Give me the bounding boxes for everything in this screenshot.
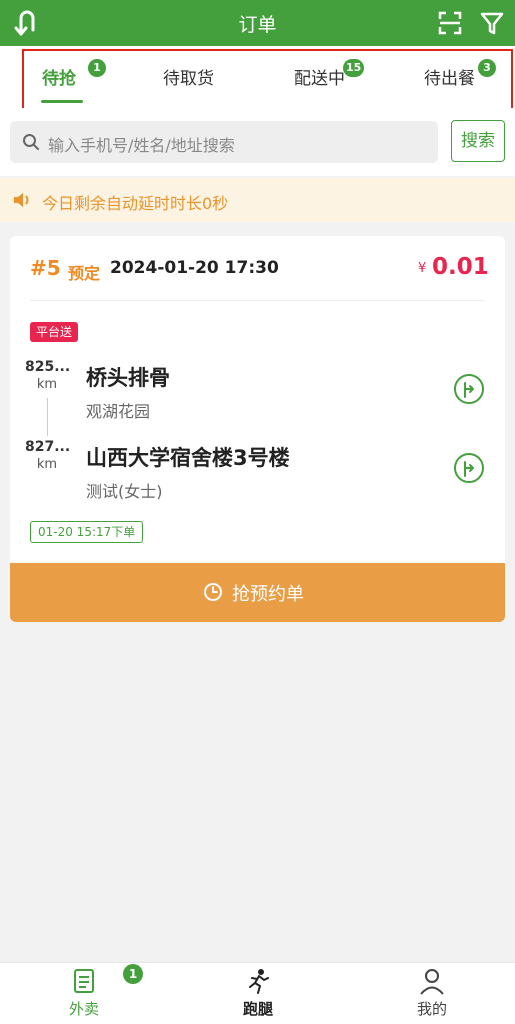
tab-badge-delivering: 15 xyxy=(343,59,365,77)
delivery-type-badge: 平台送 xyxy=(30,322,79,342)
speaker-icon xyxy=(14,193,29,207)
pickup-distance: 825... km xyxy=(25,358,71,394)
dropoff-distance: 827... km xyxy=(25,438,71,474)
dropoff-customer: 测试(女士) xyxy=(86,482,163,501)
tab-awaiting-meal[interactable]: 待出餐 xyxy=(424,64,475,89)
grab-order-label: 抢预约单 xyxy=(232,584,304,605)
order-number: #5 xyxy=(30,256,61,280)
pickup-distance-value: 825... xyxy=(25,359,71,375)
scheduled-time: 2024-01-20 17:30 xyxy=(110,258,279,278)
pickup-navigate-icon[interactable] xyxy=(453,373,485,405)
tab-badge-awaiting-meal: 3 xyxy=(478,59,496,77)
order-status-tabs: 待抢 1 待取货 配送中 15 待出餐 3 xyxy=(0,46,515,108)
runner-icon xyxy=(249,969,269,994)
tab-pending-pickup[interactable]: 待取货 xyxy=(163,64,214,89)
tab-badge-pending-grab: 1 xyxy=(88,59,106,77)
pickup-address: 观湖花园 xyxy=(86,402,151,421)
search-icon xyxy=(23,134,39,150)
clock-icon xyxy=(204,583,222,601)
grab-order-button[interactable]: 抢预约单 xyxy=(10,563,505,622)
search-button[interactable]: 搜索 xyxy=(451,120,505,162)
user-icon xyxy=(420,969,444,995)
bottom-nav-badge: 1 xyxy=(123,964,143,984)
tab-delivering[interactable]: 配送中 xyxy=(294,64,345,89)
nav-item-errand[interactable]: 跑腿 xyxy=(198,963,318,1024)
search-input[interactable]: 输入手机号/姓名/地址搜索 xyxy=(10,121,438,163)
filter-icon[interactable] xyxy=(478,9,506,37)
bottom-navigation: 外卖 跑腿 我的 xyxy=(0,962,515,1024)
delay-notice-text: 今日剩余自动延时时长0秒 xyxy=(42,194,229,213)
order-placed-time: 01-20 15:17下单 xyxy=(30,521,144,543)
scan-icon[interactable] xyxy=(436,9,464,37)
card-divider xyxy=(30,300,485,301)
nav-label-takeout: 外卖 xyxy=(68,1000,99,1018)
route-connector-line xyxy=(47,398,48,436)
search-placeholder: 输入手机号/姓名/地址搜索 xyxy=(48,136,235,155)
list-document-icon xyxy=(74,969,94,993)
dropoff-distance-unit: km xyxy=(36,457,58,472)
dropoff-navigate-icon[interactable] xyxy=(453,452,485,484)
dropoff-distance-value: 827... xyxy=(25,439,71,455)
pickup-store-name: 桥头排骨 xyxy=(86,366,170,390)
preorder-label: 预定 xyxy=(68,264,101,283)
nav-item-mine[interactable]: 我的 xyxy=(372,963,492,1024)
active-tab-indicator xyxy=(41,100,83,103)
tab-pending-grab[interactable]: 待抢 xyxy=(42,64,76,89)
nav-label-mine: 我的 xyxy=(416,1000,447,1018)
nav-label-errand: 跑腿 xyxy=(242,1000,273,1018)
currency-symbol: ¥ xyxy=(418,261,427,276)
dropoff-address-name: 山西大学宿舍楼3号楼 xyxy=(86,446,290,470)
delay-notice: 今日剩余自动延时时长0秒 xyxy=(0,178,515,222)
top-bar: 订单 xyxy=(0,0,515,46)
order-card[interactable]: #5 预定 2024-01-20 17:30 ¥ 0.01 平台送 825...… xyxy=(10,236,505,622)
order-price: 0.01 xyxy=(432,254,489,280)
pickup-distance-unit: km xyxy=(36,377,58,392)
search-bar: 输入手机号/姓名/地址搜索 搜索 xyxy=(0,108,515,176)
